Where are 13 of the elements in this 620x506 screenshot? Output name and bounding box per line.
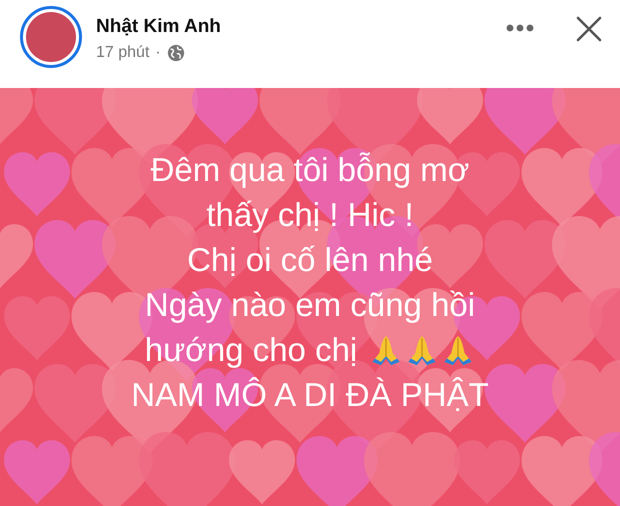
globe-icon <box>166 44 185 62</box>
post-text-line: NAM MÔ A DI ĐÀ PHẬT <box>131 375 489 415</box>
avatar[interactable] <box>20 6 82 68</box>
post-text-line: hướng cho chị <box>144 330 358 370</box>
post-text-line: thấy chị ! Hic ! <box>206 195 414 235</box>
post-time[interactable]: 17 phút <box>96 44 150 62</box>
more-options-icon[interactable] <box>506 24 534 32</box>
post-text-line: Đêm qua tôi bỗng mơ <box>150 150 470 190</box>
post-text-line: Ngày nào em cũng hồi <box>144 285 476 325</box>
close-icon[interactable] <box>576 16 602 42</box>
separator-dot: · <box>155 44 161 62</box>
author-name[interactable]: Nhật Kim Anh <box>96 16 492 38</box>
post-text-line: Chị oi cố lên nhé <box>187 240 433 280</box>
